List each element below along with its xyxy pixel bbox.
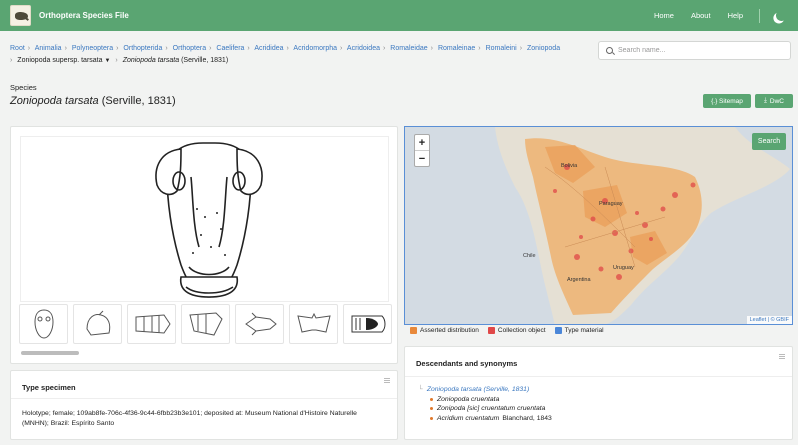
synonym-item: Zonipoda [sic] cruentatum cruentata	[418, 404, 552, 414]
breadcrumb-caelifera[interactable]: Caelifera	[216, 45, 244, 52]
synonym-name: Acridium cruentatum	[437, 414, 500, 422]
map-legend: Asserted distribution Collection object …	[410, 327, 613, 334]
breadcrumb-acridoidea[interactable]: Acridoidea	[347, 45, 380, 52]
taxon-rank: Species	[10, 83, 37, 92]
breadcrumb-current-name: Zoniopoda tarsata	[122, 57, 180, 64]
legend-swatch-asserted	[410, 327, 417, 334]
legend-type-material: Type material	[564, 327, 604, 334]
synonym-bullet-icon	[430, 397, 433, 401]
breadcrumb-orthopterida[interactable]: Orthopterida	[123, 45, 162, 52]
main-image-frame[interactable]	[20, 136, 389, 302]
breadcrumb: Root › Animalia › Polyneoptera › Orthopteri…	[10, 45, 561, 64]
thumbnail-5[interactable]	[235, 304, 284, 344]
top-navbar: Orthoptera Species File Home About Help	[0, 0, 798, 31]
breadcrumb-animalia[interactable]: Animalia	[35, 45, 62, 52]
breadcrumb-romaleinae[interactable]: Romaleinae	[438, 45, 475, 52]
taxon-link-main[interactable]: Zoniopoda tarsata (Serville, 1831)	[427, 385, 529, 395]
thumbnail-7[interactable]	[343, 304, 392, 344]
map-attribution[interactable]: Leaflet | © GBIF	[746, 316, 792, 324]
thumbnail-strip	[19, 304, 397, 344]
map-label-uruguay: Uruguay	[613, 265, 634, 271]
search-box[interactable]	[598, 41, 791, 60]
nav-divider	[759, 8, 760, 23]
chevron-down-icon[interactable]: ▼	[104, 58, 110, 64]
drag-handle-icon[interactable]	[779, 354, 785, 359]
breadcrumb-current-author: (Serville, 1831)	[181, 57, 229, 64]
type-specimen-card: Type specimen Holotype; female; 109ab8fe…	[10, 370, 398, 440]
zoom-in-button[interactable]: +	[415, 135, 429, 151]
thumbnail-2[interactable]	[73, 304, 122, 344]
site-logo[interactable]	[10, 5, 31, 26]
dwc-button[interactable]: ⤓ DwC	[755, 94, 793, 108]
taxon-name: Zoniopoda tarsata	[10, 95, 99, 107]
map-label-bolivia: Bolivia	[561, 163, 578, 169]
synonym-bullet-icon	[430, 416, 433, 420]
grasshopper-head-image	[155, 142, 263, 298]
nav-home-link[interactable]: Home	[654, 11, 674, 20]
tree-branch-icon: └	[418, 386, 423, 393]
dwc-label: DwC	[769, 97, 784, 105]
legend-swatch-type	[554, 327, 562, 334]
sitemap-button[interactable]: {.} Sitemap	[703, 94, 751, 108]
breadcrumb-supersp[interactable]: Zoniopoda supersp. tarsata	[17, 57, 102, 64]
map-canvas	[405, 127, 792, 324]
breadcrumb-acrididea[interactable]: Acrididea	[254, 45, 283, 52]
thumbnail-scrollbar[interactable]	[21, 351, 79, 355]
thumbnail-1[interactable]	[19, 304, 68, 344]
synonym-bullet-icon	[430, 407, 433, 411]
synonym-name: Zonipoda [sic] cruentatum cruentata	[437, 405, 546, 412]
nav-help-link[interactable]: Help	[728, 11, 743, 20]
thumbnail-4[interactable]	[181, 304, 230, 344]
legend-asserted-distribution: Asserted distribution	[420, 327, 479, 334]
search-icon	[606, 47, 613, 54]
zoom-out-button[interactable]: −	[415, 151, 429, 167]
synonym-name: Zoniopoda cruentata	[437, 395, 500, 403]
drag-handle-icon[interactable]	[384, 378, 390, 383]
map-label-paraguay: Paraguay	[599, 201, 623, 207]
breadcrumb-root[interactable]: Root	[10, 45, 25, 52]
breadcrumb-polyneoptera[interactable]: Polyneoptera	[72, 45, 113, 52]
map-search-button[interactable]: Search	[752, 133, 786, 150]
dark-mode-icon[interactable]	[775, 9, 788, 22]
descendants-tree: └ Zoniopoda tarsata (Serville, 1831) Zon…	[418, 385, 552, 423]
map-label-chile: Chile	[523, 253, 536, 259]
legend-swatch-collection	[487, 327, 495, 334]
download-icon: ⤓	[764, 97, 767, 104]
search-input[interactable]	[618, 47, 778, 54]
synonym-item: Acridium cruentatum Blanchard, 1843	[418, 414, 552, 424]
breadcrumb-orthoptera[interactable]: Orthoptera	[173, 45, 206, 52]
taxon-author: (Serville, 1831)	[101, 95, 176, 107]
type-specimen-text: Holotype; female; 109ab8fe-706c-4f36-9c4…	[22, 410, 357, 427]
breadcrumb-zoniopoda[interactable]: Zoniopoda	[527, 45, 560, 52]
descendants-title: Descendants and synonyms	[416, 359, 518, 368]
brand-title[interactable]: Orthoptera Species File	[39, 11, 129, 20]
page-title: Zoniopoda tarsata (Serville, 1831)	[10, 95, 176, 107]
synonym-item: Zoniopoda cruentata	[418, 395, 552, 405]
thumbnail-3[interactable]	[127, 304, 176, 344]
card-divider	[11, 398, 397, 399]
distribution-map[interactable]: Bolivia Paraguay Chile Uruguay Argentina…	[404, 126, 793, 325]
type-specimen-title: Type specimen	[22, 383, 76, 392]
card-divider	[405, 376, 792, 377]
map-label-argentina: Argentina	[567, 277, 591, 283]
legend-collection-object: Collection object	[497, 327, 546, 334]
nav-about-link[interactable]: About	[691, 11, 711, 20]
thumbnail-6[interactable]	[289, 304, 338, 344]
breadcrumb-romaleidae[interactable]: Romaleidae	[390, 45, 427, 52]
map-zoom-control: + −	[414, 134, 430, 167]
breadcrumb-acridomorpha[interactable]: Acridomorpha	[293, 45, 337, 52]
synonym-author: Blanchard, 1843	[502, 414, 552, 422]
breadcrumb-romaleini[interactable]: Romaleini	[486, 45, 517, 52]
